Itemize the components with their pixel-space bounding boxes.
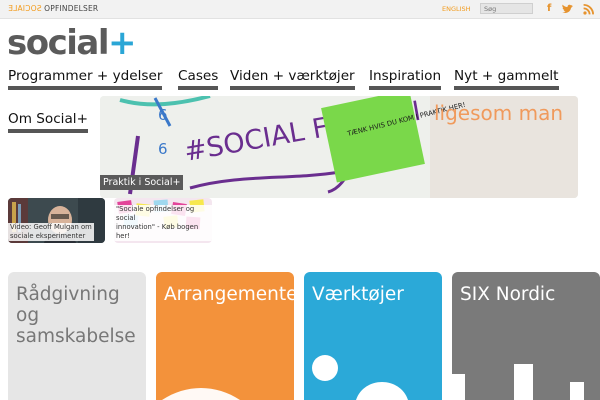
background-text: ligesom man: [434, 101, 563, 125]
top-brand[interactable]: SOCIALE OPFINDELSER: [8, 4, 98, 13]
tile-illustration: [162, 388, 240, 400]
svg-text:6: 6: [158, 140, 168, 158]
svg-text:6: 6: [158, 106, 168, 124]
tile-illustration: [312, 355, 408, 400]
tile-title-line: og: [16, 305, 40, 326]
tile-vaerktoejer[interactable]: Værktøjer: [304, 272, 442, 400]
thumbnail-caption-line: Video: Geoff Mulgan om: [10, 223, 92, 231]
tile-title: Rådgivning og samskabelse: [16, 284, 136, 347]
thumbnail-caption: "Sociale opfindelser og social innovatio…: [114, 205, 212, 241]
tile-title-line: Rådgivning: [16, 284, 120, 305]
nav-nyt-gammelt[interactable]: Nyt + gammelt: [454, 67, 559, 90]
logo-plus: +: [108, 23, 137, 63]
site-logo[interactable]: social+: [7, 23, 137, 63]
logo-text: social: [7, 23, 110, 63]
thumbnail-caption: Video: Geoff Mulgan om sociale eksperime…: [8, 223, 94, 241]
thumbnail-caption-line: "Sociale opfindelser og social: [116, 205, 195, 222]
top-bar: SOCIALE OPFINDELSER ENGLISH f: [0, 0, 600, 19]
language-link[interactable]: ENGLISH: [442, 5, 471, 13]
tile-six-nordic[interactable]: SIX Nordic: [452, 272, 600, 400]
video-thumbnail[interactable]: Video: Geoff Mulgan om sociale eksperime…: [8, 198, 105, 243]
nav-viden-vaerktoejer[interactable]: Viden + værktøjer: [230, 67, 355, 90]
tile-raadgivning[interactable]: Rådgivning og samskabelse: [8, 272, 146, 400]
nav-cases[interactable]: Cases: [178, 67, 219, 90]
nav-om-social[interactable]: Om Social+: [8, 110, 88, 133]
tile-arrangementer[interactable]: Arrangementer: [156, 272, 294, 400]
tile-title-line: samskabelse: [16, 326, 136, 347]
rss-icon[interactable]: [583, 4, 594, 19]
top-brand-mirrored: SOCIALE: [8, 4, 42, 13]
nav-programmer-ydelser[interactable]: Programmer + ydelser: [8, 67, 163, 90]
search-input[interactable]: [480, 3, 533, 14]
nav-inspiration[interactable]: Inspiration: [369, 67, 442, 90]
hero-caption[interactable]: Praktik i Social+: [100, 175, 184, 190]
facebook-icon[interactable]: f: [547, 3, 551, 15]
top-brand-rest: OPFINDELSER: [44, 4, 99, 13]
twitter-icon[interactable]: [561, 4, 574, 19]
tile-illustration: [452, 364, 584, 400]
thumbnail-caption-line: innovation" - Køb bogen her!: [116, 223, 199, 240]
thumbnail-caption-line: sociale eksperimenter: [10, 232, 86, 240]
book-thumbnail[interactable]: "Sociale opfindelser og social innovatio…: [114, 198, 212, 243]
